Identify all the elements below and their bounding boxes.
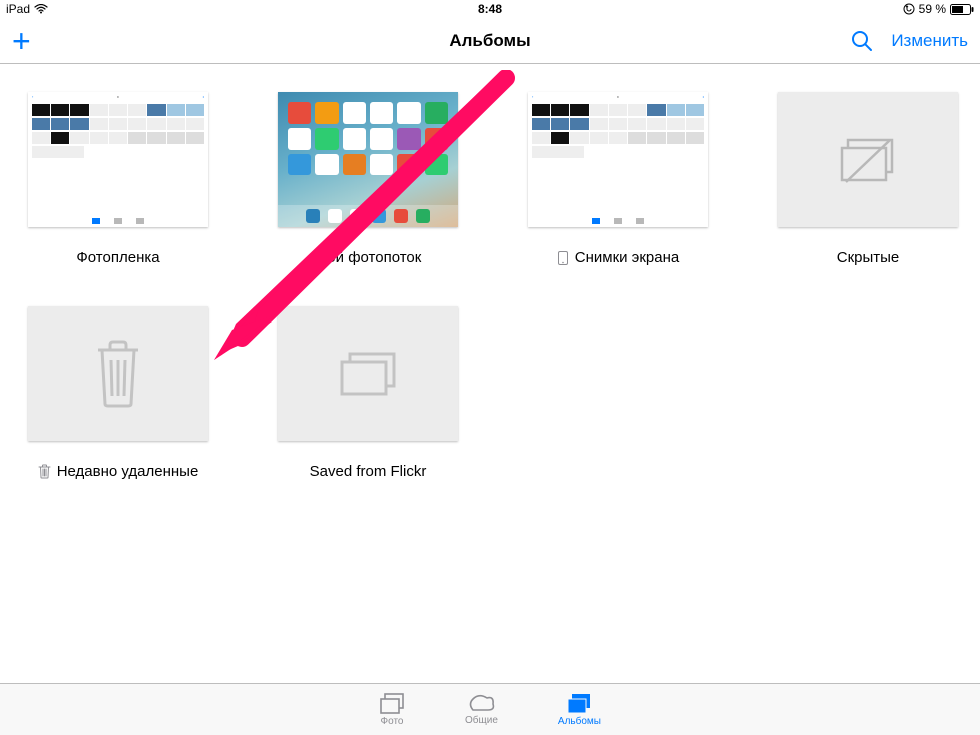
battery-icon (950, 4, 974, 15)
add-album-button[interactable]: + (12, 25, 31, 57)
tab-shared[interactable]: Общие (465, 694, 498, 726)
nav-bar: + Альбомы Изменить (0, 18, 980, 64)
album-screenshots[interactable]: ‹•• Снимки экрана (528, 92, 708, 266)
album-title-label: Снимки экрана (557, 249, 679, 266)
status-left: iPad (6, 2, 48, 16)
album-title-label: Фотопленка (76, 249, 159, 266)
status-time: 8:48 (478, 2, 502, 16)
album-title-label: Скрытые (837, 249, 900, 266)
status-bar: iPad 8:48 59 % (0, 0, 980, 18)
nav-title: Альбомы (449, 31, 530, 51)
battery-percent-label: 59 % (919, 2, 946, 16)
album-thumbnail: ‹•• (28, 92, 208, 227)
album-thumbnail (778, 92, 958, 227)
search-icon[interactable] (851, 30, 873, 52)
trash-icon (38, 464, 51, 479)
status-right: 59 % (903, 2, 974, 16)
shared-tab-icon (467, 694, 495, 714)
album-title-label: Недавно удаленные (38, 463, 199, 480)
albums-grid-container: ‹•• Фотопленка (0, 64, 980, 480)
albums-grid: ‹•• Фотопленка (28, 92, 952, 480)
album-thumbnail: ‹•• (528, 92, 708, 227)
album-camera-roll[interactable]: ‹•• Фотопленка (28, 92, 208, 266)
tab-photos[interactable]: Фото (379, 693, 405, 727)
tab-bar: Фото Общие Альбомы (0, 683, 980, 735)
album-thumbnail (278, 92, 458, 227)
tab-label: Общие (465, 715, 498, 726)
carrier-label: iPad (6, 2, 30, 16)
tab-albums[interactable]: Альбомы (558, 693, 601, 727)
album-photo-stream[interactable]: Мой фотопоток (278, 92, 458, 266)
album-recently-deleted[interactable]: Недавно удаленные (28, 306, 208, 480)
album-saved-flickr[interactable]: Saved from Flickr (278, 306, 458, 480)
albums-tab-icon (566, 693, 592, 715)
album-title-label: Мой фотопоток (315, 249, 422, 266)
album-thumbnail (28, 306, 208, 441)
album-thumbnail (278, 306, 458, 441)
tab-label: Альбомы (558, 716, 601, 727)
orientation-lock-icon (903, 3, 915, 15)
tab-label: Фото (381, 716, 404, 727)
album-hidden[interactable]: Скрытые (778, 92, 958, 266)
photos-tab-icon (379, 693, 405, 715)
album-title-label: Saved from Flickr (310, 463, 427, 480)
device-icon (557, 251, 569, 265)
wifi-icon (34, 4, 48, 14)
edit-button[interactable]: Изменить (891, 31, 968, 51)
